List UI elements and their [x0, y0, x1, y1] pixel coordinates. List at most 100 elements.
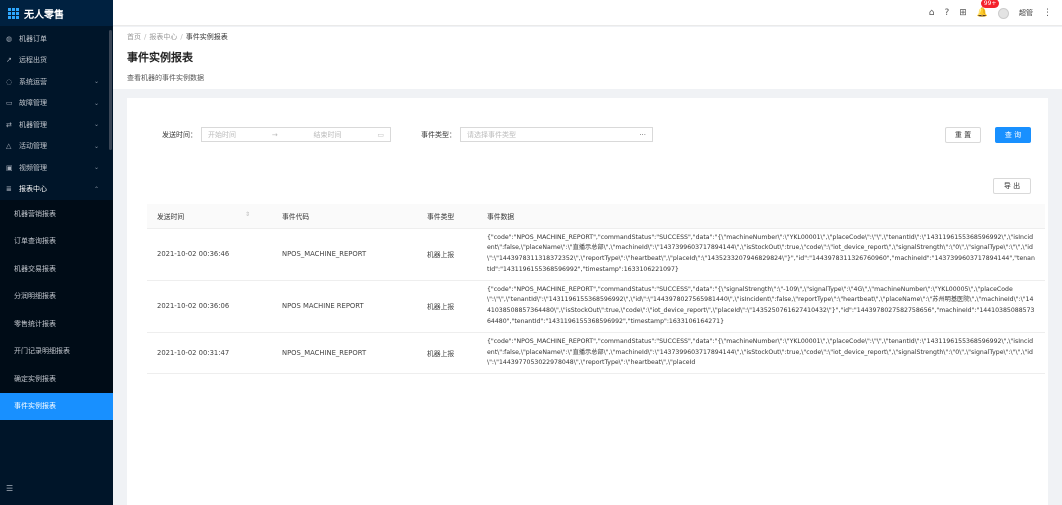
event-type-label: 事件类型：	[421, 130, 456, 139]
column-header-send-time[interactable]: 发送时间 ⇕	[147, 204, 272, 229]
breadcrumb-current: 事件实例报表	[185, 33, 228, 41]
cell-event-type: 机器上报	[417, 280, 477, 333]
chevron-down-icon: ⌄	[93, 78, 99, 86]
fault-icon: ▭	[6, 99, 13, 108]
sidebar-item-video-management[interactable]: ▣ 视频管理 ⌄	[0, 157, 113, 179]
app-name: 无人零售	[24, 9, 64, 21]
submenu-item-confirm-instance-report[interactable]: 确定实例报表	[0, 365, 113, 393]
sidebar-scrollbar[interactable]	[109, 30, 112, 150]
sidebar-menu: ◍ 机器订单 ↗ 远程出货 ◌ 系统运营 ⌄ ▭ 故障管理 ⌄ ⇄ 机器管理 ⌄ △ 活动管理 ⌄ …	[0, 28, 113, 200]
activity-icon: △	[6, 142, 12, 151]
cell-send-time: 2021-10-02 00:36:46	[147, 228, 272, 281]
sidebar-item-machine-orders[interactable]: ◍ 机器订单	[0, 28, 113, 50]
submenu-item-retail-stats-report[interactable]: 零售统计报表	[0, 310, 113, 338]
report-submenu: 机器营销报表 订单查询报表 机器交易报表 分润明细报表 零售统计报表 开门记录明…	[0, 200, 113, 420]
sidebar: 无人零售 ◍ 机器订单 ↗ 远程出货 ◌ 系统运营 ⌄ ▭ 故障管理 ⌄ ⇄ 机器管理 ⌄ △ 活…	[0, 0, 113, 505]
sidebar-item-label: 远程出货	[19, 56, 47, 65]
avatar[interactable]	[998, 7, 1009, 19]
table-row: 2021-10-02 00:31:47 NPOS_MACHINE_REPORT …	[147, 332, 1045, 375]
machine-icon: ⇄	[6, 120, 12, 129]
column-header-event-data: 事件数据	[477, 204, 1045, 229]
top-header: ⌂ ? ⊞ 🔔 99+ 超管 ⋮	[113, 0, 1062, 26]
chevron-down-icon: ⌄	[93, 121, 99, 129]
chevron-down-icon: ⌄	[93, 142, 99, 150]
submenu-item-machine-marketing-report[interactable]: 机器营销报表	[0, 200, 113, 228]
cell-event-code: NPOS_MACHINE_REPORT	[272, 332, 417, 375]
table-row: 2021-10-02 00:36:06 NPOS MACHINE REPORT …	[147, 280, 1045, 333]
column-header-event-type: 事件类型	[417, 204, 477, 229]
breadcrumb: 首页 / 报表中心 / 事件实例报表	[127, 32, 1048, 42]
breadcrumb-separator: /	[180, 33, 183, 41]
submenu-item-order-query-report[interactable]: 订单查询报表	[0, 228, 113, 256]
sidebar-item-label: 故障管理	[19, 99, 47, 108]
sidebar-item-fault-management[interactable]: ▭ 故障管理 ⌄	[0, 93, 113, 115]
more-options-icon[interactable]: ···	[639, 131, 646, 139]
report-icon: ≣	[6, 185, 12, 194]
menu-collapse-icon[interactable]: ☰	[6, 484, 13, 493]
cell-event-type: 机器上报	[417, 228, 477, 281]
end-time-input[interactable]: 结束时间	[314, 130, 342, 140]
user-name[interactable]: 超管	[1019, 8, 1033, 18]
send-time-label: 发送时间：	[162, 130, 197, 139]
breadcrumb-separator: /	[144, 33, 147, 41]
column-header-event-code: 事件代码	[272, 204, 417, 229]
cell-event-type: 机器上报	[417, 332, 477, 375]
sidebar-item-label: 活动管理	[19, 142, 47, 151]
sidebar-item-system-ops[interactable]: ◌ 系统运营 ⌄	[0, 71, 113, 93]
event-type-select[interactable]: 请选择事件类型 ···	[460, 127, 653, 142]
table-row: 2021-10-02 00:36:46 NPOS_MACHINE_REPORT …	[147, 228, 1045, 281]
sidebar-item-label: 机器订单	[19, 34, 47, 43]
chevron-up-icon: ⌃	[93, 185, 99, 193]
grid-logo-icon	[8, 7, 19, 19]
filter-form: 发送时间： 开始时间 → 结束时间 ▭ 事件类型： 请选择事件类型 ···	[162, 127, 653, 142]
remote-icon: ↗	[6, 56, 12, 65]
cell-send-time: 2021-10-02 00:36:06	[147, 280, 272, 333]
notification-badge: 99+	[980, 0, 1000, 8]
range-arrow-icon: →	[271, 130, 278, 139]
help-icon[interactable]: ?	[944, 8, 949, 18]
event-table: 发送时间 ⇕ 事件代码 事件类型 事件数据 2021-10-02 00:36:46…	[147, 204, 1045, 375]
table-header-row: 发送时间 ⇕ 事件代码 事件类型 事件数据	[147, 204, 1045, 229]
page-description: 查看机器的事件实例数据	[127, 74, 204, 82]
apps-icon[interactable]: ⊞	[959, 8, 967, 18]
sidebar-item-label: 机器管理	[19, 120, 47, 129]
calendar-icon: ▭	[377, 130, 384, 139]
sidebar-item-label: 视频管理	[19, 163, 47, 172]
submenu-item-profit-share-report[interactable]: 分润明细报表	[0, 283, 113, 311]
page-title: 事件实例报表	[127, 51, 193, 64]
sort-icon[interactable]: ⇕	[245, 211, 250, 218]
send-time-range-picker[interactable]: 开始时间 → 结束时间 ▭	[201, 127, 391, 142]
chevron-down-icon: ⌄	[93, 164, 99, 172]
query-button[interactable]: 查 询	[995, 127, 1031, 143]
breadcrumb-home[interactable]: 首页	[127, 33, 141, 41]
cell-event-data: {"code":"NPOS_MACHINE_REPORT","commandSt…	[477, 228, 1045, 281]
export-button[interactable]: 导 出	[993, 178, 1031, 194]
home-icon[interactable]: ⌂	[929, 8, 935, 18]
more-icon[interactable]: ⋮	[1043, 8, 1052, 18]
page-header: 首页 / 报表中心 / 事件实例报表 事件实例报表 查看机器的事件实例数据	[113, 27, 1062, 89]
sidebar-item-label: 报表中心	[19, 185, 47, 194]
sidebar-item-remote-shipping[interactable]: ↗ 远程出货	[0, 50, 113, 72]
submenu-item-machine-transaction-report[interactable]: 机器交易报表	[0, 255, 113, 283]
chevron-down-icon: ⌄	[93, 99, 99, 107]
app-logo[interactable]: 无人零售	[0, 0, 113, 26]
video-icon: ▣	[6, 163, 13, 172]
start-time-input[interactable]: 开始时间	[208, 130, 236, 140]
cell-event-data: {"code":"NPOS_MACHINE_REPORT","commandSt…	[477, 280, 1045, 333]
sidebar-item-label: 系统运营	[19, 77, 47, 86]
reset-button[interactable]: 重 置	[945, 127, 981, 143]
content-card: 发送时间： 开始时间 → 结束时间 ▭ 事件类型： 请选择事件类型 ··· 重 …	[127, 98, 1048, 505]
notification-bell-icon[interactable]: 🔔 99+	[977, 0, 1000, 18]
cell-send-time: 2021-10-02 00:31:47	[147, 332, 272, 375]
cell-event-code: NPOS_MACHINE_REPORT	[272, 228, 417, 281]
cell-event-data: {"code":"NPOS_MACHINE_REPORT","commandSt…	[477, 332, 1045, 375]
system-icon: ◌	[6, 77, 13, 86]
breadcrumb-report-center[interactable]: 报表中心	[149, 33, 177, 41]
sidebar-item-machine-management[interactable]: ⇄ 机器管理 ⌄	[0, 114, 113, 136]
sidebar-item-activity-management[interactable]: △ 活动管理 ⌄	[0, 136, 113, 158]
submenu-item-event-instance-report[interactable]: 事件实例报表	[0, 392, 113, 420]
event-type-placeholder: 请选择事件类型	[467, 130, 516, 139]
sidebar-item-report-center[interactable]: ≣ 报表中心 ⌃	[0, 179, 113, 201]
cell-event-code: NPOS MACHINE REPORT	[272, 280, 417, 333]
submenu-item-door-open-report[interactable]: 开门记录明细报表	[0, 338, 113, 366]
